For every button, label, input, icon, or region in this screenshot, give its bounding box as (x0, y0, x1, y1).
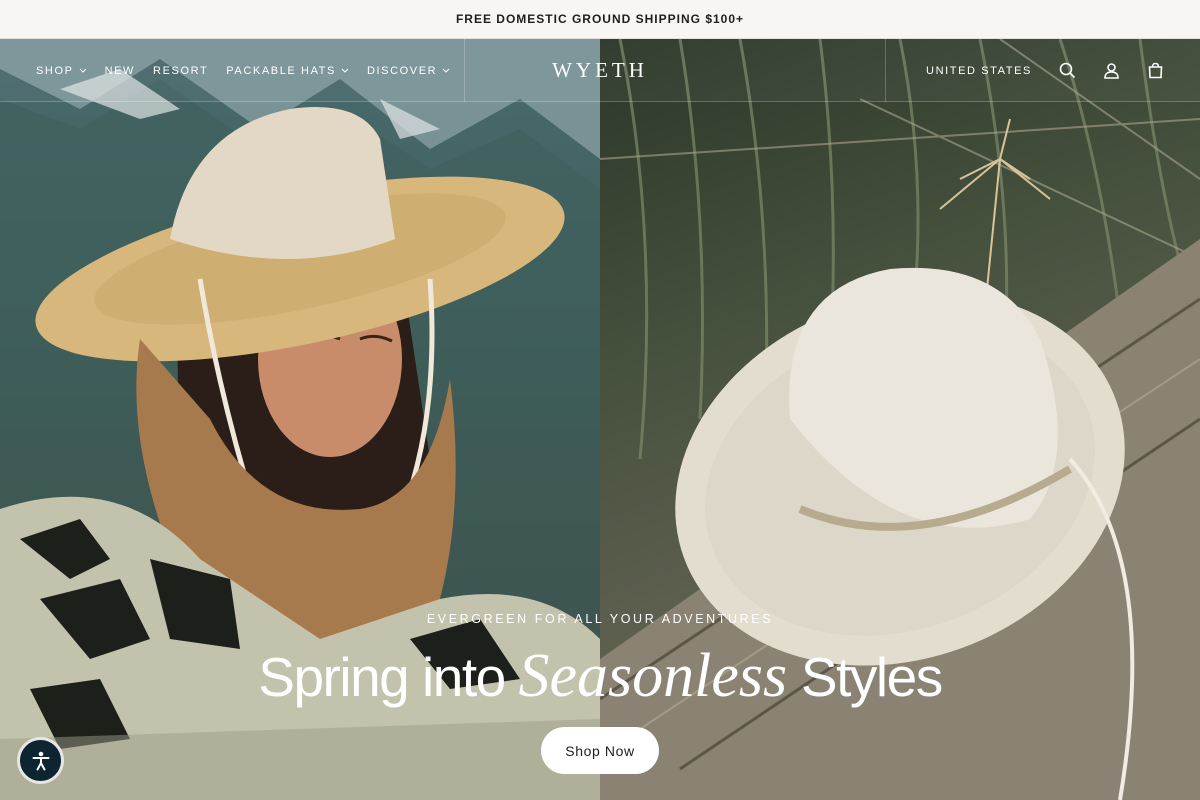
headline-end: Styles (787, 646, 943, 708)
brand-logo[interactable]: WYETH (500, 39, 700, 102)
nav-divider-right (885, 39, 886, 102)
region-selector[interactable]: UNITED STATES (926, 65, 1032, 77)
nav-item-label: DISCOVER (366, 64, 438, 77)
headline-start: Spring into (258, 646, 519, 708)
headline-accent: Seasonless (518, 642, 788, 710)
main-navigation: SHOP NEW RESORT PACKABLE HATS DISCOVER W… (0, 39, 1200, 102)
account-icon[interactable] (1102, 62, 1120, 80)
nav-item-label: PACKABLE HATS (226, 64, 336, 77)
nav-divider-left (464, 39, 465, 102)
cart-icon[interactable] (1146, 62, 1164, 80)
shop-now-button[interactable]: Shop Now (541, 727, 659, 774)
accessibility-icon (32, 751, 49, 770)
chevron-down-icon (79, 68, 86, 73)
nav-links: SHOP NEW RESORT PACKABLE HATS DISCOVER (36, 39, 450, 102)
search-icon[interactable] (1058, 62, 1076, 80)
hero-eyebrow: EVERGREEN FOR ALL YOUR ADVENTURES (426, 612, 774, 626)
nav-item-label: SHOP (36, 64, 74, 77)
nav-item-packable-hats[interactable]: PACKABLE HATS (226, 65, 349, 77)
hero-headline: Spring into Seasonless Styles (0, 645, 1200, 708)
nav-item-shop[interactable]: SHOP (36, 65, 87, 77)
nav-item-resort[interactable]: RESORT (153, 65, 208, 77)
chevron-down-icon (442, 68, 450, 73)
hero-copy: EVERGREEN FOR ALL YOUR ADVENTURES Spring… (0, 612, 1200, 707)
nav-item-new[interactable]: NEW (105, 65, 135, 77)
nav-item-label: NEW (104, 64, 136, 77)
nav-utilities: UNITED STATES (926, 39, 1164, 102)
accessibility-button[interactable] (17, 737, 64, 784)
nav-item-discover[interactable]: DISCOVER (367, 65, 450, 77)
chevron-down-icon (341, 68, 349, 73)
shipping-announcement: FREE DOMESTIC GROUND SHIPPING $100+ (455, 12, 745, 26)
nav-item-label: RESORT (153, 64, 209, 77)
announcement-bar: FREE DOMESTIC GROUND SHIPPING $100+ (0, 0, 1200, 39)
